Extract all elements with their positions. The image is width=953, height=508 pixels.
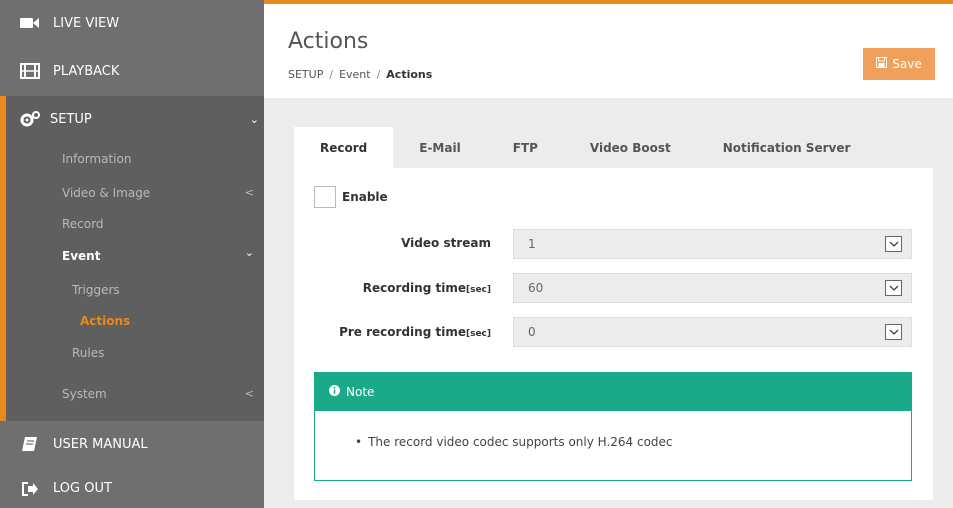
nav-user-manual[interactable]: USER MANUAL	[0, 421, 264, 467]
nav-playback[interactable]: PLAYBACK	[0, 48, 264, 94]
video-camera-icon	[19, 15, 41, 31]
chevron-down-icon	[885, 280, 902, 296]
sidebar-item-actions[interactable]: Actions	[80, 314, 130, 328]
recording-time-label: Recording time[sec]	[362, 281, 491, 295]
sign-out-icon	[19, 481, 41, 497]
nav-playback-label: PLAYBACK	[53, 63, 120, 79]
note-title: Note	[346, 385, 375, 399]
save-button-label: Save	[892, 57, 922, 71]
sidebar-item-information[interactable]: Information	[62, 152, 131, 166]
tab-email[interactable]: E-Mail	[393, 127, 486, 168]
tab-notification-server[interactable]: Notification Server	[697, 127, 877, 168]
tab-record[interactable]: Record	[294, 127, 394, 168]
video-stream-value: 1	[528, 237, 536, 251]
gears-icon	[19, 110, 41, 128]
chevron-down-icon: ⌄	[249, 112, 259, 126]
chevron-down-icon	[885, 324, 902, 340]
breadcrumb: SETUP / Event / Actions	[288, 68, 433, 81]
breadcrumb-event[interactable]: Event	[339, 68, 371, 81]
video-stream-select[interactable]: 1	[513, 229, 912, 259]
setup-section: SETUP ⌄ Information Video & Image < Reco…	[0, 96, 264, 421]
note-box: Note • The record video codec supports on…	[314, 372, 912, 481]
record-panel: Enable Video stream 1 Recording time[sec…	[294, 168, 933, 500]
recording-time-select[interactable]: 60	[513, 273, 912, 303]
sidebar-item-rules[interactable]: Rules	[72, 346, 104, 360]
sidebar-item-record[interactable]: Record	[62, 217, 103, 231]
chevron-down-icon: ⌄	[244, 246, 254, 259]
sidebar-item-triggers[interactable]: Triggers	[72, 283, 120, 297]
info-circle-icon	[329, 385, 340, 399]
breadcrumb-setup[interactable]: SETUP	[288, 68, 323, 81]
note-header: Note	[315, 373, 911, 411]
nav-user-manual-label: USER MANUAL	[53, 436, 148, 452]
nav-live-view-label: LIVE VIEW	[53, 15, 120, 31]
enable-checkbox[interactable]	[314, 186, 336, 208]
save-button[interactable]: Save	[863, 48, 935, 80]
nav-log-out-label: LOG OUT	[53, 481, 112, 496]
tab-video-boost[interactable]: Video Boost	[564, 127, 697, 168]
pre-recording-time-value: 0	[528, 325, 536, 339]
page-title: Actions	[288, 29, 369, 54]
nav-log-out[interactable]: LOG OUT	[0, 469, 264, 508]
chevron-down-icon	[885, 236, 902, 252]
pre-recording-time-label: Pre recording time[sec]	[339, 325, 491, 339]
floppy-disk-icon	[876, 57, 888, 71]
book-icon	[19, 436, 41, 452]
active-indicator	[0, 304, 6, 336]
pre-recording-time-select[interactable]: 0	[513, 317, 912, 347]
nav-live-view[interactable]: LIVE VIEW	[0, 0, 264, 46]
tab-ftp[interactable]: FTP	[487, 127, 564, 168]
sidebar: LIVE VIEW PLAYBACK SETUP ⌄ Information V…	[0, 0, 264, 508]
nav-setup[interactable]: SETUP ⌄	[19, 110, 259, 128]
tab-bar: Record E-Mail FTP Video Boost Notificati…	[294, 127, 876, 168]
chevron-left-icon: <	[244, 387, 254, 400]
video-stream-label: Video stream	[401, 236, 491, 250]
page-header: Actions SETUP / Event / Actions Save	[264, 4, 953, 98]
sidebar-item-video-image[interactable]: Video & Image	[62, 186, 150, 200]
chevron-left-icon: <	[244, 186, 254, 199]
enable-label: Enable	[342, 190, 388, 204]
nav-setup-label: SETUP	[50, 111, 92, 127]
sidebar-item-event[interactable]: Event	[62, 249, 100, 263]
recording-time-value: 60	[528, 281, 544, 295]
note-text: • The record video codec supports only H.…	[355, 435, 673, 449]
film-icon	[19, 63, 41, 79]
breadcrumb-current: Actions	[386, 68, 433, 81]
sidebar-item-system[interactable]: System	[62, 387, 107, 401]
